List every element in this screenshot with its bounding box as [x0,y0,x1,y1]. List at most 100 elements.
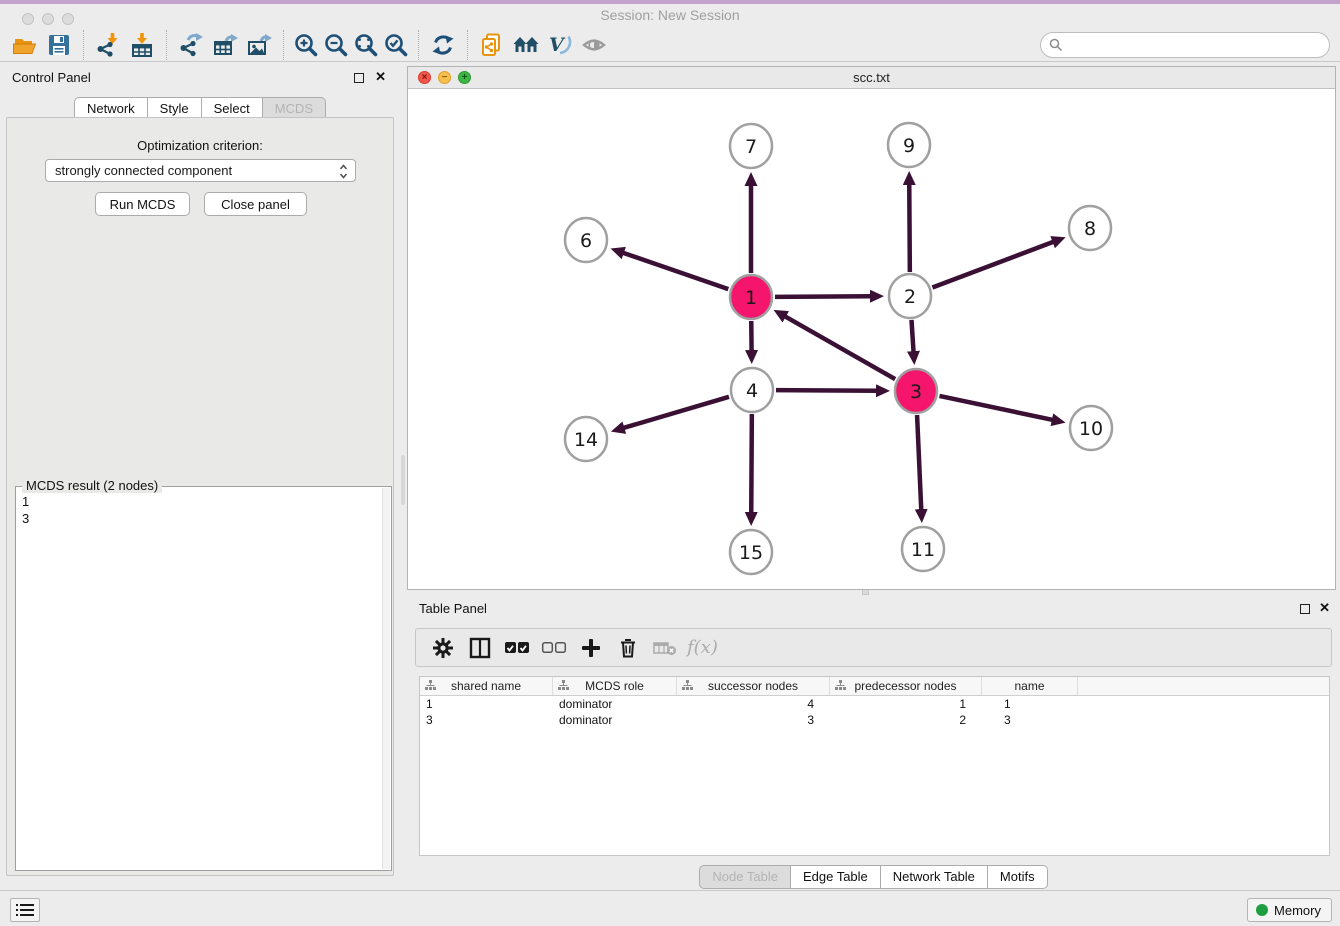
search-input[interactable] [1040,32,1330,58]
zoom-in-icon[interactable] [291,28,321,62]
tab-edge-table[interactable]: Edge Table [791,865,881,889]
run-mcds-button[interactable]: Run MCDS [95,192,190,216]
mcds-result-text[interactable]: 1 3 [16,489,381,868]
save-session-icon[interactable] [42,28,76,62]
table-cell[interactable]: dominator [553,696,677,712]
vertical-splitter-handle[interactable] [401,455,405,505]
zoom-selected-icon[interactable] [381,28,411,62]
zoom-fit-icon[interactable] [351,28,381,62]
memory-label: Memory [1274,903,1321,918]
deselect-all-icon[interactable] [535,631,572,665]
node-table-header: shared name MCDS role successor nodes pr… [420,677,1329,696]
tab-network-table[interactable]: Network Table [881,865,988,889]
close-panel-icon[interactable]: ✕ [1319,600,1330,616]
network-window-titlebar[interactable]: × − + scc.txt [408,67,1335,89]
edge-3-1[interactable] [785,316,895,379]
graph-node-9[interactable]: 9 [888,123,930,167]
table-cell[interactable]: 3 [420,712,553,728]
export-image-icon[interactable] [242,28,276,62]
svg-text:4: 4 [746,380,758,402]
criterion-select[interactable]: strongly connected component [45,159,356,182]
open-file-icon[interactable] [8,28,42,62]
table-cell[interactable]: 3 [982,712,1078,728]
column-header-MCDS-role[interactable]: MCDS role [553,677,677,695]
column-header-predecessor-nodes[interactable]: predecessor nodes [830,677,982,695]
column-header-successor-nodes[interactable]: successor nodes [677,677,830,695]
close-panel-icon[interactable]: ✕ [375,69,386,85]
graph-node-2[interactable]: 2 [889,274,931,318]
criterion-select-value: strongly connected component [55,163,232,178]
memory-status-dot [1256,904,1268,916]
close-panel-button[interactable]: Close panel [204,192,307,216]
table-panel-tabs: Node TableEdge TableNetwork TableMotifs [407,865,1340,889]
zoom-out-icon[interactable] [321,28,351,62]
network-window: × − + scc.txt 7 9 6 8 1 2 4 3 14 10 15 11 [407,66,1336,590]
float-panel-icon[interactable] [354,73,364,83]
graph-node-3[interactable]: 3 [895,369,937,413]
show-eye-icon[interactable] [577,28,611,62]
node-table-body: 1dominator4113dominator323 [420,696,1329,728]
graph-node-7[interactable]: 7 [730,124,772,168]
network-canvas[interactable]: 7 9 6 8 1 2 4 3 14 10 15 11 [409,89,1334,589]
mcds-result-scrollbar[interactable] [382,488,390,869]
table-cell[interactable]: 3 [677,712,830,728]
delete-row-icon[interactable] [609,631,646,665]
export-network-icon[interactable] [174,28,208,62]
graph-node-1[interactable]: 1 [730,275,772,319]
graph-node-14[interactable]: 14 [565,417,607,461]
graph-node-4[interactable]: 4 [731,368,773,412]
home-view-icon[interactable] [509,28,543,62]
table-cell[interactable]: dominator [553,712,677,728]
graph-node-11[interactable]: 11 [902,527,944,571]
table-settings-icon[interactable] [424,631,461,665]
hide-glasses-icon[interactable]: V [543,28,577,62]
clone-network-icon[interactable] [475,28,509,62]
add-row-icon[interactable] [572,631,609,665]
table-cell[interactable]: 1 [830,696,982,712]
export-table-icon[interactable] [208,28,242,62]
svg-text:3: 3 [910,381,922,403]
toolbar-separator [166,30,167,60]
task-history-button[interactable] [10,898,40,922]
refresh-icon[interactable] [426,28,460,62]
edge-1-6[interactable] [623,253,728,289]
graph-node-10[interactable]: 10 [1070,406,1112,450]
edge-4-3[interactable] [776,390,877,391]
tab-motifs[interactable]: Motifs [988,865,1048,889]
edge-1-2[interactable] [775,296,871,297]
network-graph[interactable]: 7 9 6 8 1 2 4 3 14 10 15 11 [409,89,1334,589]
control-panel-header: Control Panel ✕ [0,66,400,90]
edge-3-11[interactable] [917,415,921,510]
column-header-shared-name[interactable]: shared name [420,677,553,695]
column-header-name[interactable]: name [982,677,1078,695]
show-columns-icon[interactable] [461,631,498,665]
edge-2-8[interactable] [932,242,1053,288]
table-panel-title: Table Panel [419,601,487,616]
table-row[interactable]: 3dominator323 [420,712,1329,728]
table-cell[interactable]: 2 [830,712,982,728]
graph-node-15[interactable]: 15 [730,530,772,574]
graph-node-6[interactable]: 6 [565,218,607,262]
select-all-icon[interactable] [498,631,535,665]
edge-2-9[interactable] [909,184,910,272]
memory-button[interactable]: Memory [1247,898,1332,922]
graph-node-8[interactable]: 8 [1069,206,1111,250]
node-table[interactable]: shared name MCDS role successor nodes pr… [419,676,1330,856]
import-table-icon[interactable] [125,28,159,62]
edge-4-14[interactable] [623,397,729,428]
svg-text:7: 7 [745,136,757,158]
toolbar-separator [283,30,284,60]
edge-4-15[interactable] [751,414,752,513]
table-cell[interactable]: 1 [420,696,553,712]
edge-2-3[interactable] [912,320,914,352]
tab-node-table[interactable]: Node Table [699,865,791,889]
status-bar: Memory [0,890,1340,926]
float-panel-icon[interactable] [1300,604,1310,614]
svg-text:8: 8 [1084,218,1096,240]
table-row[interactable]: 1dominator411 [420,696,1329,712]
edge-3-10[interactable] [939,396,1052,420]
table-cell[interactable]: 1 [982,696,1078,712]
table-panel-header: Table Panel ✕ [407,597,1340,621]
table-cell[interactable]: 4 [677,696,830,712]
import-network-icon[interactable] [91,28,125,62]
